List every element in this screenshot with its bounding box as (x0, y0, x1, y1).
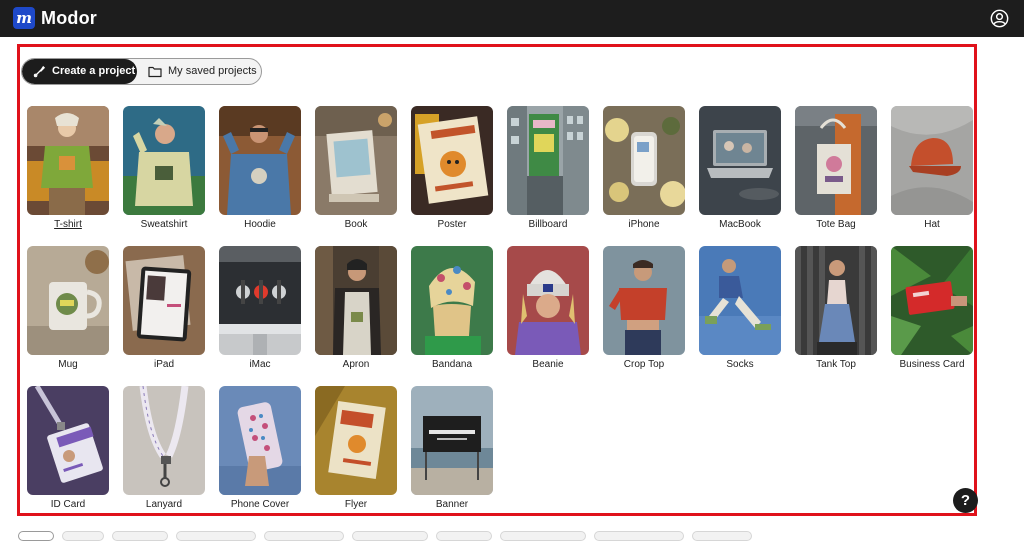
hoodie-mockup-image (219, 106, 301, 215)
filter-pill[interactable] (594, 531, 684, 541)
template-label: Poster (437, 219, 467, 230)
template-label: Book (344, 219, 368, 230)
modor-logo-icon[interactable]: m (13, 7, 35, 29)
apron-mockup-image (315, 246, 397, 355)
phone-cover-mockup-image (219, 386, 301, 495)
template-card-imac[interactable]: iMac (219, 246, 301, 370)
billboard-mockup-image (507, 106, 589, 215)
tab-saved-projects-label: My saved projects (168, 65, 257, 77)
template-card-phone-cover[interactable]: Phone Cover (219, 386, 301, 510)
filter-pill[interactable] (352, 531, 428, 541)
help-button[interactable]: ? (953, 488, 978, 513)
flyer-mockup-image (315, 386, 397, 495)
template-label: MacBook (719, 219, 761, 230)
macbook-mockup-image (699, 106, 781, 215)
filter-pill[interactable] (176, 531, 256, 541)
template-card-sweatshirt[interactable]: Sweatshirt (123, 106, 205, 230)
book-mockup-image (315, 106, 397, 215)
template-label: Lanyard (145, 499, 183, 510)
template-label: Phone Cover (230, 499, 290, 510)
business-card-mockup-image (891, 246, 973, 355)
id-card-mockup-image (27, 386, 109, 495)
socks-mockup-image (699, 246, 781, 355)
filter-pill[interactable] (500, 531, 586, 541)
banner-mockup-image (411, 386, 493, 495)
template-label: Hat (924, 219, 940, 230)
template-card-hat[interactable]: Hat (891, 106, 973, 230)
filter-pill[interactable] (692, 531, 752, 541)
filter-pill[interactable] (18, 531, 54, 541)
template-label: iPad (153, 359, 174, 370)
filter-pill[interactable] (112, 531, 168, 541)
template-card-macbook[interactable]: MacBook (699, 106, 781, 230)
template-label: Apron (342, 359, 370, 370)
tab-create-project-label: Create a project (52, 65, 136, 77)
template-label: ID Card (50, 499, 86, 510)
sweatshirt-mockup-image (123, 106, 205, 215)
template-card-billboard[interactable]: Billboard (507, 106, 589, 230)
template-card-tshirt[interactable]: T-shirt (27, 106, 109, 230)
template-label: Flyer (344, 499, 368, 510)
brush-icon (33, 65, 46, 78)
filter-pill[interactable] (62, 531, 104, 541)
template-label: Bandana (431, 359, 473, 370)
template-label: iPhone (628, 219, 660, 230)
template-card-lanyard[interactable]: Lanyard (123, 386, 205, 510)
template-card-beanie[interactable]: Beanie (507, 246, 589, 370)
template-card-tank-top[interactable]: Tank Top (795, 246, 877, 370)
iphone-mockup-image (603, 106, 685, 215)
template-card-apron[interactable]: Apron (315, 246, 397, 370)
bandana-mockup-image (411, 246, 493, 355)
lanyard-mockup-image (123, 386, 205, 495)
template-label: Mug (58, 359, 78, 370)
template-label: Tote Bag (816, 219, 856, 230)
tab-create-project[interactable]: Create a project (22, 59, 137, 84)
hat-mockup-image (891, 106, 973, 215)
template-card-id-card[interactable]: ID Card (27, 386, 109, 510)
template-card-tote-bag[interactable]: Tote Bag (795, 106, 877, 230)
template-card-bandana[interactable]: Bandana (411, 246, 493, 370)
template-label: Sweatshirt (140, 219, 188, 230)
template-card-poster[interactable]: Poster (411, 106, 493, 230)
template-label: Banner (435, 499, 469, 510)
poster-mockup-image (411, 106, 493, 215)
tote-bag-mockup-image (795, 106, 877, 215)
template-label: Hoodie (244, 219, 276, 230)
mug-mockup-image (27, 246, 109, 355)
template-label: Crop Top (623, 359, 665, 370)
template-label: Socks (726, 359, 754, 370)
template-label: iMac (249, 359, 271, 370)
imac-mockup-image (219, 246, 301, 355)
ipad-mockup-image (123, 246, 205, 355)
template-card-ipad[interactable]: iPad (123, 246, 205, 370)
tank-top-mockup-image (795, 246, 877, 355)
template-label: Beanie (532, 359, 564, 370)
template-card-iphone[interactable]: iPhone (603, 106, 685, 230)
template-card-banner[interactable]: Banner (411, 386, 493, 510)
tshirt-mockup-image (27, 106, 109, 215)
template-label: T-shirt (54, 219, 82, 230)
template-card-socks[interactable]: Socks (699, 246, 781, 370)
beanie-mockup-image (507, 246, 589, 355)
template-label: Business Card (899, 359, 965, 370)
template-card-business-card[interactable]: Business Card (891, 246, 973, 370)
template-card-flyer[interactable]: Flyer (315, 386, 397, 510)
folder-icon (148, 66, 162, 78)
app-name[interactable]: Modor (41, 7, 97, 29)
project-tabs: Create a project My saved projects (21, 58, 262, 85)
filter-pill[interactable] (436, 531, 492, 541)
top-bar: m Modor (0, 0, 1024, 37)
template-card-hoodie[interactable]: Hoodie (219, 106, 301, 230)
template-card-crop-top[interactable]: Crop Top (603, 246, 685, 370)
user-account-icon[interactable] (990, 9, 1009, 28)
tab-saved-projects[interactable]: My saved projects (137, 59, 261, 84)
template-label: Billboard (528, 219, 568, 230)
template-card-mug[interactable]: Mug (27, 246, 109, 370)
template-label: Tank Top (816, 359, 856, 370)
template-card-book[interactable]: Book (315, 106, 397, 230)
filter-pill[interactable] (264, 531, 344, 541)
crop-top-mockup-image (603, 246, 685, 355)
